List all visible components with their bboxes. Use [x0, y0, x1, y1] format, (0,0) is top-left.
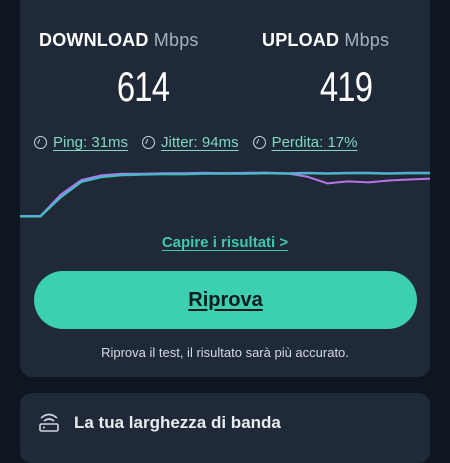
- jitter-icon: [142, 136, 156, 149]
- download-value: 614: [116, 63, 170, 110]
- stats-row: Ping: 31ms Jitter: 94ms Perdita: 17%: [34, 134, 422, 151]
- ping-icon: [34, 136, 47, 149]
- packet-loss-text: Perdita: 17%: [271, 134, 358, 151]
- upload-unit: Mbps: [344, 30, 390, 50]
- speed-chart: [20, 171, 430, 218]
- upload-line: [20, 171, 430, 217]
- packet-loss-stat[interactable]: Perdita: 17%: [252, 134, 358, 151]
- bandwidth-card[interactable]: La tua larghezza di banda: [20, 393, 430, 463]
- download-label: DOWNLOAD: [39, 30, 149, 50]
- download-unit: Mbps: [153, 30, 199, 50]
- jitter-text: Jitter: 94ms: [161, 134, 239, 151]
- understand-results-link[interactable]: Capire i risultati >: [0, 234, 450, 251]
- upload-value: 419: [319, 63, 373, 110]
- ping-stat[interactable]: Ping: 31ms: [34, 134, 128, 151]
- upload-label: UPLOAD: [262, 30, 340, 50]
- retry-button[interactable]: Riprova: [34, 271, 417, 329]
- jitter-stat[interactable]: Jitter: 94ms: [142, 134, 239, 151]
- packet-loss-icon: [252, 136, 266, 149]
- ping-text: Ping: 31ms: [53, 134, 129, 151]
- retry-hint: Riprova il test, il risultato sarà più a…: [101, 345, 349, 360]
- router-icon: [39, 413, 59, 432]
- upload-header: UPLOAD Mbps: [262, 30, 389, 51]
- bandwidth-title: La tua larghezza di banda: [74, 413, 281, 432]
- download-header: DOWNLOAD Mbps: [39, 30, 199, 51]
